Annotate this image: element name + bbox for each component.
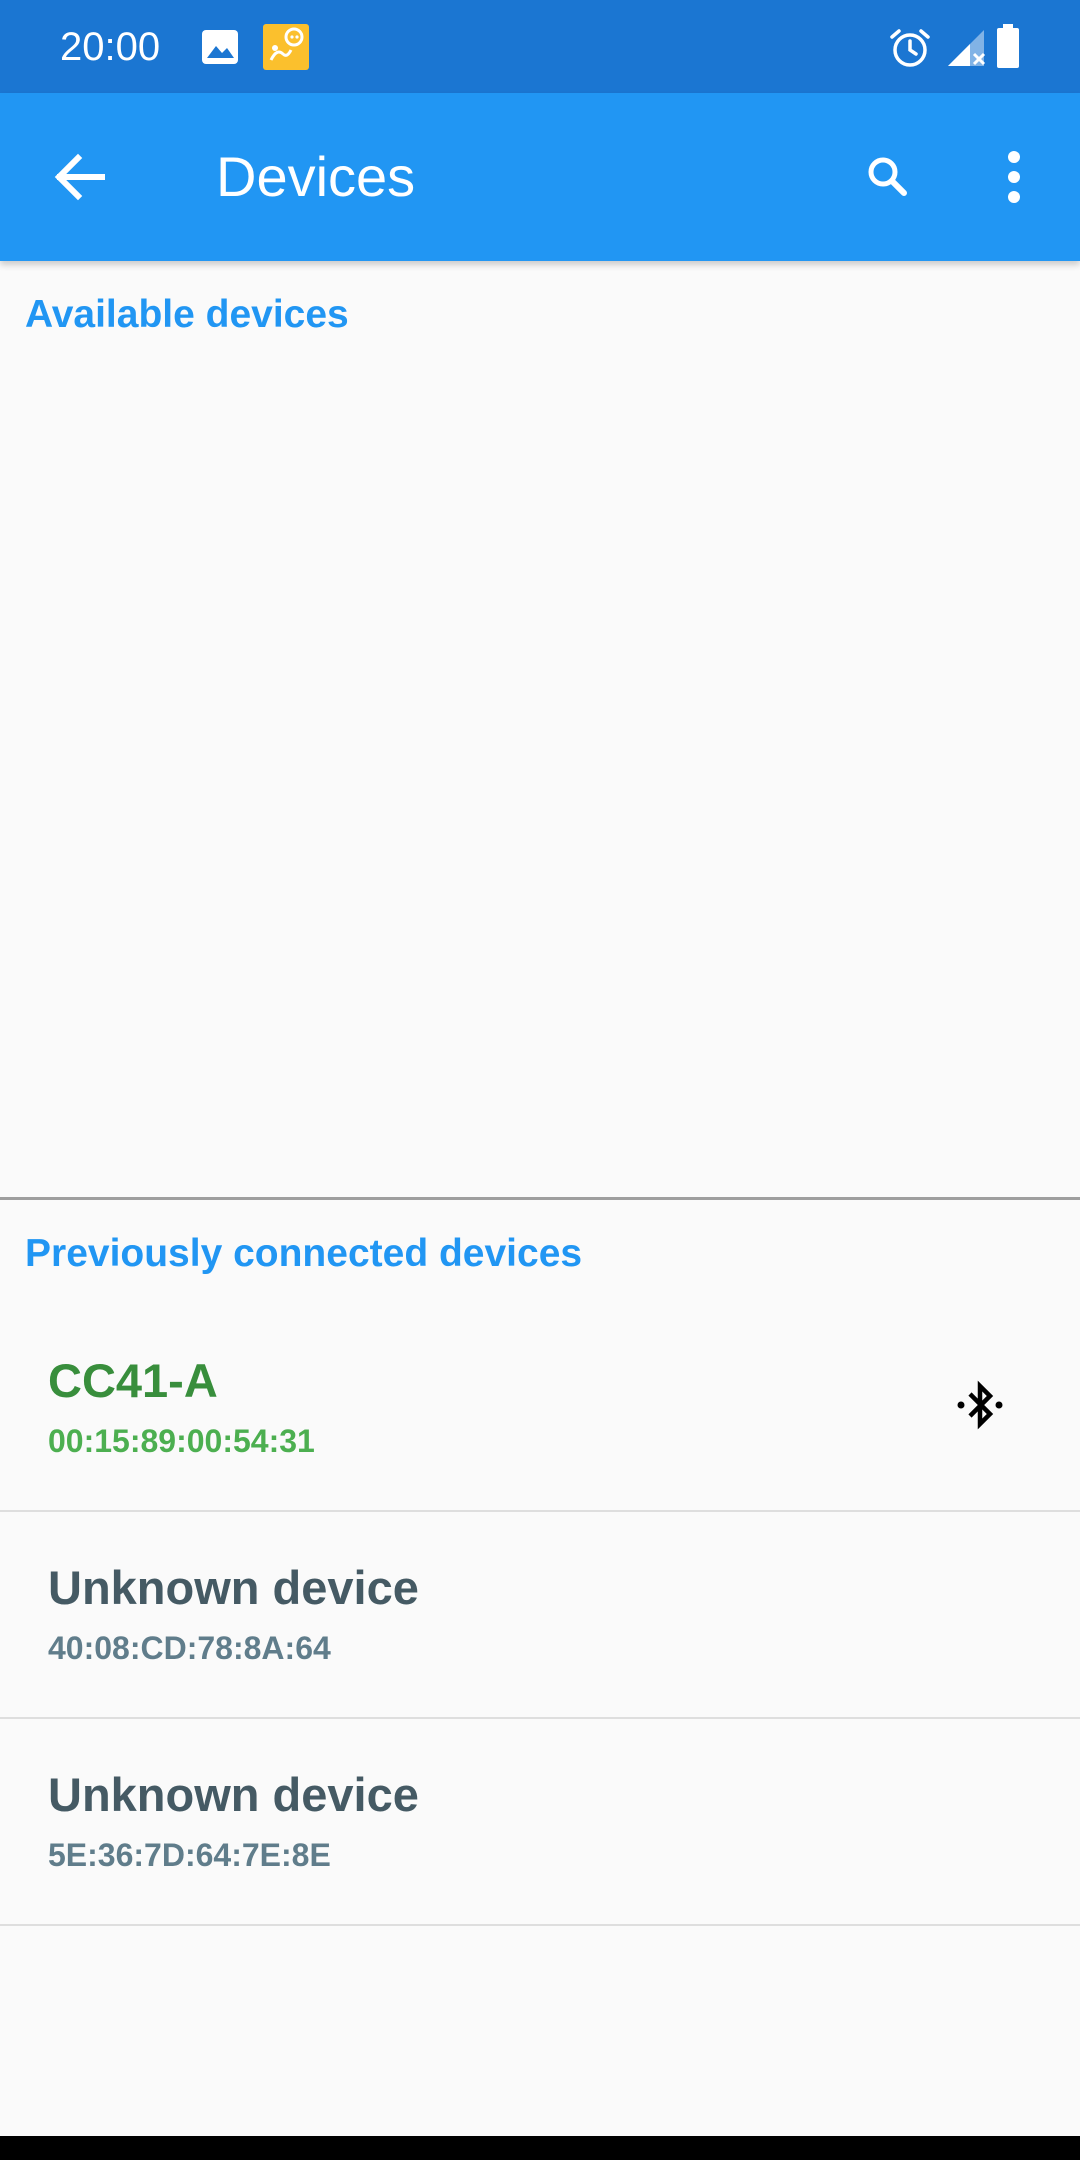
search-icon [868, 157, 907, 196]
available-devices-header: Available devices [25, 293, 349, 336]
device-name: Unknown device [48, 1768, 419, 1821]
device-name: Unknown device [48, 1561, 419, 1614]
section-divider [0, 1197, 1080, 1200]
more-vert-icon [1008, 151, 1020, 203]
device-row-unknown-2[interactable]: Unknown device 5E:36:7D:64:7E:8E [0, 1721, 1080, 1926]
alarm-icon [890, 29, 930, 67]
search-button[interactable] [848, 137, 928, 217]
device-address: 40:08:CD:78:8A:64 [48, 1630, 331, 1666]
device-address: 5E:36:7D:64:7E:8E [48, 1837, 331, 1873]
signal-icon [948, 30, 986, 66]
device-name: CC41-A [48, 1354, 218, 1407]
previous-devices-header: Previously connected devices [25, 1232, 583, 1275]
back-arrow-icon [54, 153, 105, 201]
battery-icon [997, 24, 1019, 68]
status-bar: 20:00 [0, 0, 1080, 93]
status-time: 20:00 [60, 25, 161, 69]
bluetooth-connected-icon [957, 1380, 1003, 1430]
device-address: 00:15:89:00:54:31 [48, 1423, 315, 1459]
device-row-cc41-a[interactable]: CC41-A 00:15:89:00:54:31 [0, 1307, 1080, 1512]
device-row-unknown-1[interactable]: Unknown device 40:08:CD:78:8A:64 [0, 1514, 1080, 1719]
app-bar: Devices [0, 93, 1080, 261]
image-icon [202, 30, 238, 64]
more-options-button[interactable] [974, 137, 1054, 217]
page-title: Devices [216, 145, 416, 208]
navigation-bar [0, 2136, 1080, 2160]
app-notification-icon [263, 24, 309, 70]
back-button[interactable] [40, 137, 120, 217]
